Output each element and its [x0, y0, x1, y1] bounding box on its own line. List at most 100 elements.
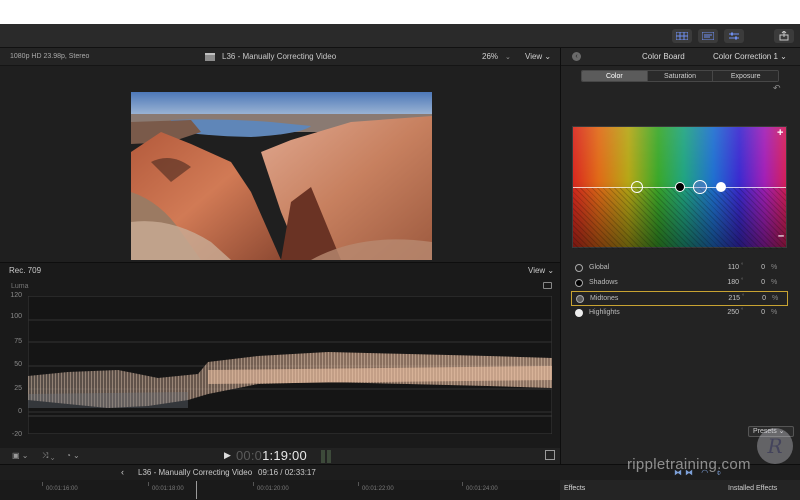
view-options-icon[interactable]: ▣ ⌄: [12, 451, 28, 460]
playback-bar: ▣ ⌄ ⤨ ⌄ ◔ ⌄ ▶ 00:01:19:00: [0, 448, 560, 464]
retime-icon[interactable]: ◔ ⌄: [66, 451, 80, 460]
effects-label: Effects: [564, 485, 586, 492]
degree-icon: °: [741, 263, 744, 269]
color-inspector: ‹ Color Board Color Correction 1 ⌄ Color…: [560, 48, 800, 464]
control-label: Midtones: [590, 295, 619, 302]
correction-selector[interactable]: Color Correction 1 ⌄: [713, 52, 787, 61]
control-label: Shadows: [589, 279, 618, 286]
control-row-highlights[interactable]: Highlights 250 ° 0 %: [571, 306, 788, 321]
ruler-mark: [148, 482, 149, 486]
viewer-header: 1080p HD 23.98p, Stereo L36 - Manually C…: [0, 48, 560, 66]
control-row-global[interactable]: Global 110 ° 0 %: [571, 261, 788, 276]
global-ring-icon: [575, 264, 583, 272]
watermark-text: rippletraining.com: [627, 456, 751, 473]
color-board-tabs: Color Saturation Exposure: [581, 70, 779, 82]
scope-view-menu[interactable]: View ⌄: [528, 266, 554, 275]
viewer-panel: 1080p HD 23.98p, Stereo L36 - Manually C…: [0, 48, 560, 262]
color-board[interactable]: + –: [572, 126, 787, 249]
format-info: 1080p HD 23.98p, Stereo: [10, 53, 90, 60]
fullscreen-icon[interactable]: [545, 450, 555, 460]
share-button[interactable]: [774, 29, 794, 43]
minus-icon: –: [778, 230, 785, 242]
control-row-shadows[interactable]: Shadows 180 ° 0 %: [571, 276, 788, 291]
effects-browser-header: Effects Installed Effects: [560, 480, 800, 500]
control-angle[interactable]: 215: [716, 295, 740, 302]
control-percent[interactable]: 0: [751, 309, 765, 316]
chevron-down-icon[interactable]: ⌄: [505, 53, 511, 61]
color-controls-list: Global 110 ° 0 % Shadows 180 ° 0 % Midto…: [571, 261, 788, 321]
shadows-puck[interactable]: [675, 182, 685, 192]
play-button[interactable]: ▶: [224, 450, 231, 461]
timeline-playhead[interactable]: [196, 481, 197, 499]
global-puck[interactable]: [631, 181, 643, 193]
playhead-timecode[interactable]: 00:01:19:00: [236, 448, 307, 463]
scope-settings-icon[interactable]: [543, 282, 552, 289]
timecode-dim: 00:0: [236, 448, 263, 463]
viewer-view-menu[interactable]: View ⌄: [525, 52, 551, 61]
tab-color[interactable]: Color: [582, 71, 648, 81]
highlights-puck[interactable]: [716, 182, 726, 192]
correction-name: Color Correction 1: [713, 52, 778, 61]
y-tick-0: 0: [18, 408, 22, 415]
sliders-icon: [729, 32, 739, 40]
control-label: Highlights: [589, 309, 620, 316]
viewer-view-label: View: [525, 52, 543, 61]
tab-saturation[interactable]: Saturation: [647, 71, 714, 81]
tab-exposure[interactable]: Exposure: [713, 71, 778, 81]
control-row-midtones[interactable]: Midtones 215 ° 0 %: [571, 291, 788, 306]
control-angle[interactable]: 180: [715, 279, 739, 286]
timeline-ruler[interactable]: 00:01:16:00 00:01:18:00 00:01:20:00 00:0…: [0, 480, 560, 500]
canyon-video-image: [131, 92, 432, 260]
ruler-label: 00:01:20:00: [257, 486, 289, 492]
control-angle[interactable]: 110: [715, 264, 739, 271]
timeline-position: 09:16 / 02:33:17: [258, 468, 316, 477]
clapperboard-icon: [205, 53, 215, 61]
control-percent-unit: %: [771, 309, 778, 316]
board-hatch: [573, 188, 786, 249]
scope-view-label: View: [528, 266, 546, 275]
libraries-toggle-button[interactable]: [672, 29, 692, 43]
timecode-lit: 1:19:00: [262, 448, 307, 463]
installed-effects-menu[interactable]: Installed Effects: [728, 485, 777, 492]
control-percent[interactable]: 0: [751, 279, 765, 286]
inspector-toggle-button[interactable]: [724, 29, 744, 43]
viewer-title: L36 - Manually Correcting Video: [222, 52, 337, 61]
control-percent-unit: %: [771, 264, 778, 271]
back-arrow-icon[interactable]: ‹: [572, 52, 581, 61]
reset-arrow-icon[interactable]: ↶: [773, 83, 781, 94]
y-tick-75: 75: [14, 338, 22, 345]
video-frame[interactable]: [131, 92, 432, 260]
transform-tool-icon[interactable]: ⤨ ⌄: [42, 451, 54, 461]
color-space-label: Rec. 709: [9, 266, 42, 275]
timeline-toggle-button[interactable]: [698, 29, 718, 43]
control-percent[interactable]: 0: [751, 264, 765, 271]
degree-icon: °: [741, 278, 744, 284]
midtones-puck[interactable]: [693, 180, 707, 194]
zoom-level[interactable]: 26%: [482, 52, 498, 61]
timeline-back-icon[interactable]: ‹: [121, 467, 124, 477]
y-tick-minus20: -20: [11, 431, 22, 438]
control-angle[interactable]: 250: [715, 309, 739, 316]
control-percent-unit: %: [772, 295, 779, 302]
degree-icon: °: [742, 294, 745, 300]
timeline-title: L36 - Manually Correcting Video: [138, 468, 253, 477]
ruler-label: 00:01:22:00: [362, 486, 394, 492]
control-percent[interactable]: 0: [752, 295, 766, 302]
degree-icon: °: [741, 308, 744, 314]
control-label: Global: [589, 264, 610, 271]
scope-mode-label: Luma: [11, 283, 29, 290]
midtones-ring-icon: [576, 295, 584, 303]
inspector-header: ‹ Color Board Color Correction 1 ⌄: [561, 48, 800, 66]
highlights-dot-icon: [575, 309, 583, 317]
shadows-dot-icon: [575, 279, 583, 287]
ruler-label: 00:01:24:00: [466, 486, 498, 492]
top-toolbar: [0, 24, 800, 48]
y-tick-50: 50: [14, 361, 22, 368]
y-tick-100: 100: [10, 313, 22, 320]
grid-icon: [676, 32, 688, 40]
ruler-mark: [462, 482, 463, 486]
ruler-mark: [358, 482, 359, 486]
video-scope-panel: Rec. 709 View ⌄ Luma 120 100 75 50 25 0 …: [0, 262, 560, 448]
ruler-label: 00:01:18:00: [152, 486, 184, 492]
ruler-mark: [42, 482, 43, 486]
